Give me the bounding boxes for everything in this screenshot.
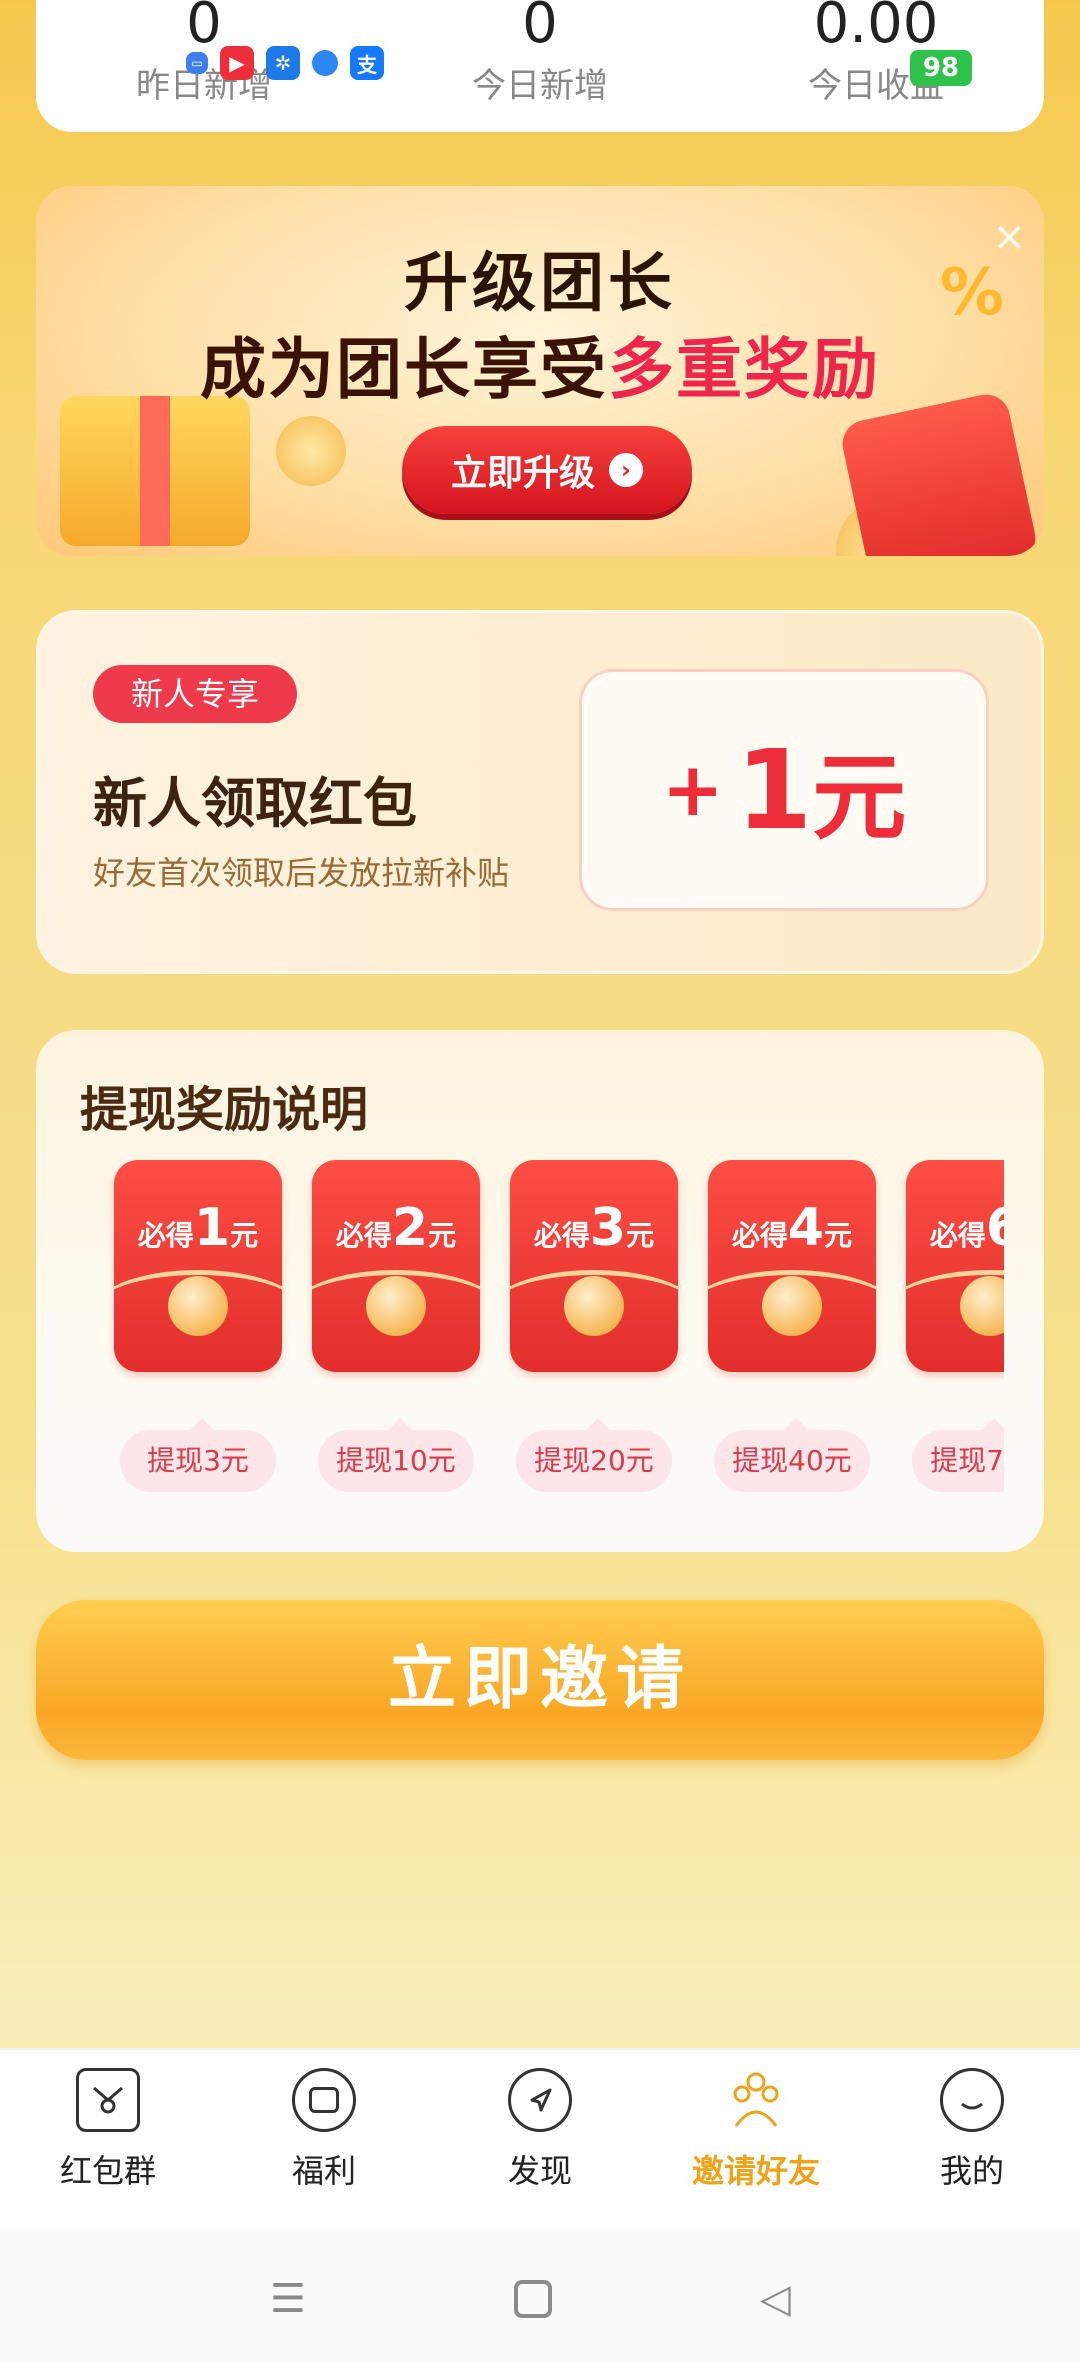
upgrade-leader-banner[interactable]: % 升级团长 成为团长享受多重奖励 立即升级 › × <box>36 186 1044 556</box>
rewards-strip[interactable]: 必得1元 提现3元 必得2元 提现10元 必得3元 提现20元 必得4元 提现4… <box>80 1160 1004 1520</box>
coin-icon <box>564 1276 624 1336</box>
new-user-tag: 新人专享 <box>93 665 297 723</box>
reward-item: 必得4元 提现40元 <box>708 1160 876 1492</box>
reward-item: 必得6元 提现70元 <box>906 1160 1004 1492</box>
amount-value: 1 <box>735 726 813 854</box>
red-envelope-icon: 必得2元 <box>312 1160 480 1372</box>
pinwheel-app-icon: ✲ <box>266 46 300 80</box>
withdraw-condition: 提现20元 <box>516 1418 672 1492</box>
tab-discover[interactable]: 发现 <box>432 2050 648 2228</box>
bottom-tab-bar: 红包群 福利 发现 邀请好友 我的 <box>0 2048 1080 2228</box>
tab-label: 红包群 <box>59 2152 156 2190</box>
tab-mine[interactable]: 我的 <box>864 2050 1080 2228</box>
banner-title: 升级团长 <box>404 247 676 321</box>
red-envelope-icon <box>838 390 1040 556</box>
status-notification-icons: ▭ ▶ ✲ 支 <box>186 46 384 80</box>
coin-icon <box>168 1276 228 1336</box>
banner-subtitle-a: 成为团长享受 <box>200 331 608 408</box>
system-nav-bar: ☰ ◁ <box>0 2228 1080 2362</box>
gift-box-icon <box>292 2068 356 2132</box>
stat-value: 0.00 <box>813 0 939 56</box>
withdraw-condition: 提现3元 <box>120 1418 276 1492</box>
new-user-card: 新人专享 新人领取红包 好友首次领取后发放拉新补贴 + 1 元 <box>36 610 1044 974</box>
red-envelope-icon <box>76 2068 140 2132</box>
withdraw-rewards-card: 提现奖励说明 必得1元 提现3元 必得2元 提现10元 必得3元 提现20元 必… <box>36 1030 1044 1552</box>
back-icon[interactable]: ◁ <box>760 2276 791 2322</box>
new-user-desc: 好友首次领取后发放拉新补贴 <box>93 854 510 892</box>
home-icon[interactable] <box>514 2280 552 2318</box>
tab-invite-friends[interactable]: 邀请好友 <box>648 2050 864 2228</box>
stat-label: 今日收益 <box>808 66 944 106</box>
chevron-right-icon: › <box>609 453 643 487</box>
invite-now-button[interactable]: 立即邀请 <box>36 1600 1044 1760</box>
menu-icon[interactable]: ☰ <box>270 2276 306 2322</box>
reward-text: 必得4元 <box>731 1198 853 1258</box>
tab-label: 我的 <box>939 2152 1004 2190</box>
alipay-app-icon: 支 <box>350 46 384 80</box>
battery-badge: 98 <box>910 50 972 86</box>
reward-text: 必得2元 <box>335 1198 457 1258</box>
upgrade-now-button[interactable]: 立即升级 › <box>402 426 692 514</box>
amount-plus: + <box>661 747 724 833</box>
withdraw-condition: 提现10元 <box>318 1418 474 1492</box>
reward-item: 必得3元 提现20元 <box>510 1160 678 1492</box>
tab-label: 邀请好友 <box>691 2152 820 2190</box>
banner-subtitle: 成为团长享受多重奖励 <box>36 316 1044 412</box>
amount-unit: 元 <box>812 744 907 853</box>
reward-item: 必得1元 提现3元 <box>114 1160 282 1492</box>
red-envelope-icon: 必得4元 <box>708 1160 876 1372</box>
gift-box-icon <box>60 396 250 546</box>
compass-icon <box>508 2068 572 2132</box>
coin-icon <box>762 1276 822 1336</box>
stat-label: 今日新增 <box>472 66 608 106</box>
reward-item: 必得2元 提现10元 <box>312 1160 480 1492</box>
reward-text: 必得3元 <box>533 1198 655 1258</box>
smile-face-icon <box>940 2068 1004 2132</box>
red-envelope-icon: 必得3元 <box>510 1160 678 1372</box>
withdraw-title: 提现奖励说明 <box>80 1082 369 1138</box>
coin-decoration <box>276 416 346 486</box>
video-app-icon: ▶ <box>220 46 254 80</box>
coin-icon <box>366 1276 426 1336</box>
message-app-icon: ▭ <box>186 52 208 74</box>
upgrade-now-label: 立即升级 <box>450 453 595 494</box>
stat-today-new: 0 今日新增 <box>372 0 708 107</box>
reward-text: 必得1元 <box>137 1198 259 1258</box>
new-user-title: 新人领取红包 <box>93 772 417 835</box>
withdraw-condition: 提现70元 <box>912 1418 1004 1492</box>
banner-subtitle-highlight: 多重奖励 <box>608 331 880 408</box>
tab-label: 发现 <box>507 2152 572 2190</box>
tab-label: 福利 <box>291 2152 356 2190</box>
red-envelope-icon: 必得6元 <box>906 1160 1004 1372</box>
red-envelope-icon: 必得1元 <box>114 1160 282 1372</box>
tab-welfare[interactable]: 福利 <box>216 2050 432 2228</box>
reward-text: 必得6元 <box>929 1198 1004 1258</box>
withdraw-condition: 提现40元 <box>714 1418 870 1492</box>
stat-today-income: 0.00 今日收益 <box>708 0 1044 107</box>
tab-red-packet-group[interactable]: 红包群 <box>0 2050 216 2228</box>
stat-value: 0 <box>522 0 558 56</box>
browser-app-icon <box>312 50 338 76</box>
new-user-amount: + 1 元 <box>579 669 989 911</box>
close-icon[interactable]: × <box>992 214 1026 260</box>
invite-friends-icon <box>724 2068 788 2132</box>
